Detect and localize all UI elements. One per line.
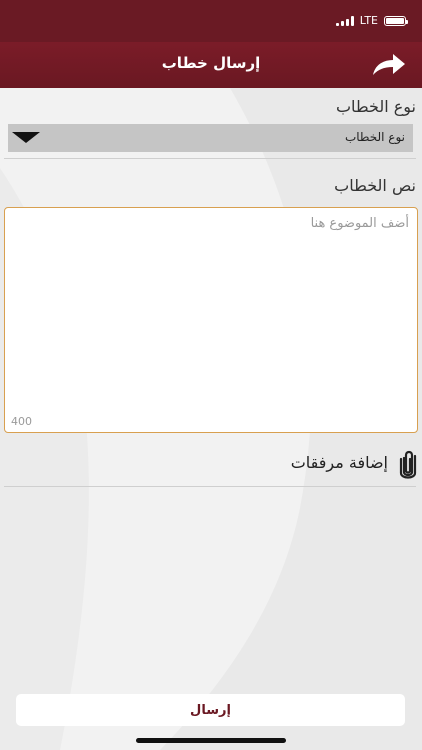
signal-icon [335,15,354,26]
letter-body-label: نص الخطاب [334,176,416,195]
letter-body-input[interactable] [5,208,417,432]
divider [4,486,416,487]
add-attachments-label: إضافة مرفقات [290,453,388,472]
navigation-bar: إرسال خطاب [0,42,422,88]
letter-body-container: 400 [4,207,418,433]
letter-type-select[interactable]: نوع الخطاب [8,124,413,152]
network-label: LTE [359,14,378,27]
battery-icon [384,15,408,26]
character-counter: 400 [11,415,32,428]
add-attachments-button[interactable]: إضافة مرفقات [250,448,422,482]
share-forward-arrow-icon[interactable] [370,50,408,80]
divider [4,158,416,159]
page-title: إرسال خطاب [161,54,261,72]
status-bar: LTE [0,0,422,42]
home-indicator [136,738,286,743]
letter-type-selected-value: نوع الخطاب [344,130,405,144]
caret-down-icon [12,132,40,143]
letter-type-label: نوع الخطاب [335,97,416,116]
paperclip-icon [399,450,417,479]
send-button[interactable]: إرسال [16,694,405,726]
